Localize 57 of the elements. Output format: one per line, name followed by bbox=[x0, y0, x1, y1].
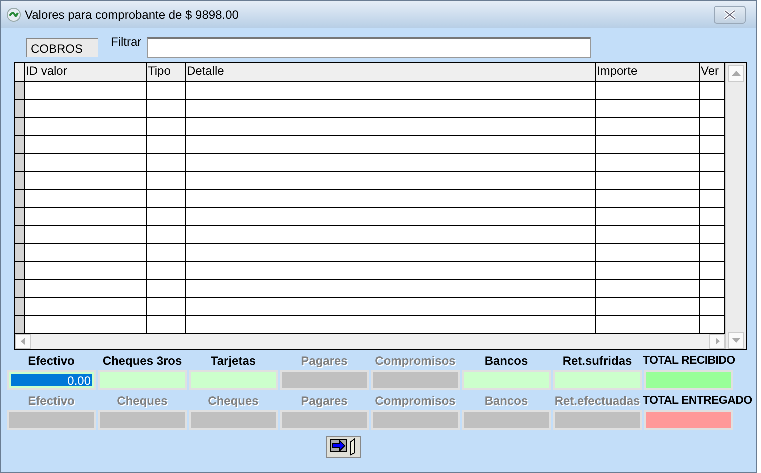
amount-field[interactable] bbox=[644, 370, 733, 390]
field-label: Bancos bbox=[484, 354, 530, 368]
row-header[interactable] bbox=[15, 280, 25, 297]
row-header[interactable] bbox=[15, 244, 25, 261]
row-header[interactable] bbox=[15, 154, 25, 171]
vertical-scrollbar[interactable] bbox=[725, 63, 746, 349]
field-label: TOTAL ENTREGADO bbox=[643, 395, 752, 407]
row-header[interactable] bbox=[15, 118, 25, 135]
field-label: Pagares bbox=[300, 394, 349, 408]
row-header[interactable] bbox=[15, 82, 25, 99]
column-header[interactable]: Detalle bbox=[186, 63, 596, 81]
window-title: Valores para comprobante de $ 9898.00 bbox=[25, 8, 240, 22]
row-header[interactable] bbox=[15, 298, 25, 315]
field-label: Efectivo bbox=[27, 394, 76, 408]
scroll-left-icon bbox=[20, 338, 26, 345]
close-icon bbox=[723, 10, 737, 20]
field-label: Efectivo bbox=[27, 354, 76, 368]
scroll-down-icon bbox=[732, 338, 740, 343]
exit-button[interactable] bbox=[326, 436, 361, 458]
horizontal-scrollbar[interactable] bbox=[15, 334, 725, 349]
scroll-right-icon bbox=[714, 338, 720, 345]
field-label: Compromisos bbox=[374, 354, 457, 368]
column-header[interactable]: ID valor bbox=[25, 63, 147, 81]
field-label: Cheques bbox=[207, 394, 260, 408]
field-label: Compromisos bbox=[374, 394, 457, 408]
amount-field[interactable]: 0.00 bbox=[7, 370, 96, 390]
field-label: Tarjetas bbox=[210, 354, 258, 368]
row-header[interactable] bbox=[15, 262, 25, 279]
row-header[interactable] bbox=[15, 226, 25, 243]
field-label: Bancos bbox=[484, 394, 530, 408]
row-header[interactable] bbox=[15, 316, 25, 333]
amount-field[interactable] bbox=[98, 370, 187, 390]
amount-field[interactable] bbox=[189, 370, 278, 390]
amount-field[interactable] bbox=[644, 410, 733, 430]
row-header[interactable] bbox=[15, 100, 25, 117]
row-header[interactable] bbox=[15, 136, 25, 153]
exit-door-icon bbox=[330, 438, 358, 456]
row-header[interactable] bbox=[15, 190, 25, 207]
field-label: Ret.sufridas bbox=[562, 354, 634, 368]
field-label: Ret.efectuadas bbox=[554, 394, 642, 408]
field-label: TOTAL RECIBIDO bbox=[643, 355, 736, 367]
field-value: 0.00 bbox=[11, 374, 92, 386]
scroll-up-icon bbox=[732, 71, 740, 76]
field-label: Cheques bbox=[116, 394, 169, 408]
row-header[interactable] bbox=[15, 208, 25, 225]
filter-label: Filtrar bbox=[111, 35, 143, 49]
column-header[interactable]: Importe bbox=[596, 63, 700, 81]
filter-field[interactable] bbox=[147, 36, 591, 58]
amount-field[interactable] bbox=[553, 370, 642, 390]
app-icon bbox=[7, 8, 21, 22]
row-header[interactable] bbox=[15, 172, 25, 189]
field-label: Cheques 3ros bbox=[102, 354, 184, 368]
column-header[interactable]: Tipo bbox=[147, 63, 186, 81]
field-label: Pagares bbox=[300, 354, 349, 368]
close-button[interactable] bbox=[714, 6, 746, 24]
amount-field[interactable] bbox=[462, 370, 551, 390]
mode-label: COBROS bbox=[26, 38, 98, 56]
